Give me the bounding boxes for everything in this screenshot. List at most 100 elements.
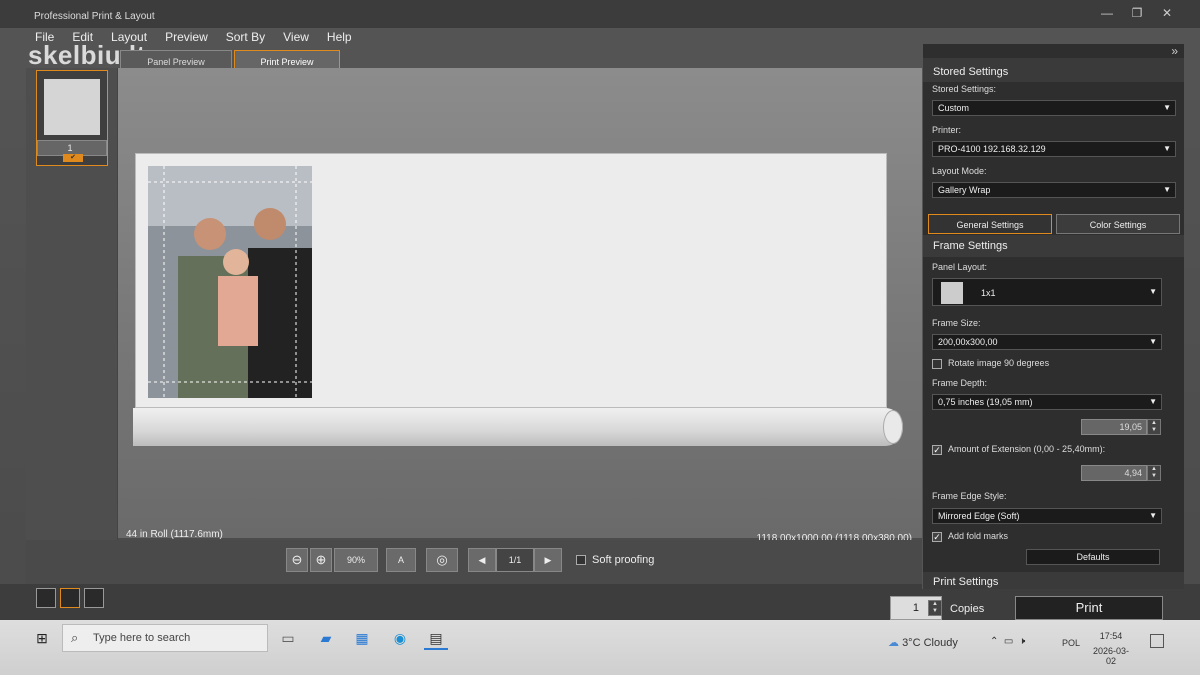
weather-widget[interactable]: ☁ 3°C Cloudy <box>888 636 958 649</box>
restore-button[interactable]: ❐ <box>1126 4 1148 22</box>
edge-style-label: Frame Edge Style: <box>932 491 1007 501</box>
chevron-down-icon: ▼ <box>1149 287 1157 296</box>
soft-proofing-checkbox[interactable] <box>576 555 586 566</box>
view-single-button[interactable] <box>36 588 56 608</box>
view-double-button[interactable] <box>60 588 80 608</box>
print-settings-header[interactable]: Print Settings <box>923 572 1184 589</box>
frame-depth-input[interactable]: 19,05 <box>1081 419 1147 435</box>
zoom-select[interactable]: 90% <box>334 548 378 572</box>
font-icon[interactable]: A <box>386 548 416 572</box>
frame-depth-value: 0,75 inches (19,05 mm) <box>938 397 1033 407</box>
print-button[interactable]: Print <box>1015 596 1163 620</box>
clock-date: 2026-03-02 <box>1092 646 1130 666</box>
tab-panel-preview[interactable]: Panel Preview <box>120 50 232 70</box>
panel-layout-select[interactable]: 1x1 ▼ <box>932 278 1162 306</box>
notifications-icon[interactable] <box>1150 634 1164 648</box>
spiral-icon[interactable]: ◎ <box>426 548 458 572</box>
extension-option[interactable]: ✓ Amount of Extension (0,00 - 25,40mm): <box>932 444 1105 455</box>
clock[interactable]: 17:54 2026-03-02 <box>1088 631 1134 666</box>
close-button[interactable]: ✕ <box>1156 4 1178 22</box>
taskbar-search[interactable]: ⌕ Type here to search <box>62 624 268 652</box>
photo-preview[interactable] <box>148 166 312 398</box>
frame-settings-title: Frame Settings <box>933 240 1008 252</box>
search-icon: ⌕ <box>71 630 79 645</box>
rotate-checkbox[interactable] <box>932 358 942 369</box>
frame-depth-select[interactable]: 0,75 inches (19,05 mm) ▼ <box>932 394 1162 410</box>
extension-input[interactable]: 4,94 <box>1081 465 1147 481</box>
check-icon[interactable]: ✔ <box>63 154 83 162</box>
chevron-down-icon: ▼ <box>1149 511 1157 520</box>
soft-proofing-toggle[interactable]: Soft proofing <box>576 554 654 566</box>
zoom-out-button[interactable]: ⊖ <box>286 548 308 572</box>
start-icon[interactable]: ⊞ <box>30 626 54 650</box>
task-view-icon[interactable]: ▭ <box>276 626 300 650</box>
frame-size-label: Frame Size: <box>932 318 981 328</box>
menu-help[interactable]: Help <box>318 28 361 48</box>
zoom-in-button[interactable]: ⊕ <box>310 548 332 572</box>
panel-layout-value: 1x1 <box>981 288 996 298</box>
defaults-button[interactable]: Defaults <box>1026 549 1160 565</box>
fold-marks-option[interactable]: ✓ Add fold marks <box>932 531 1008 542</box>
chevron-down-icon: ▼ <box>1149 337 1157 346</box>
explorer-icon[interactable]: ▰ <box>314 626 338 650</box>
windows-taskbar: ⊞ ⌕ Type here to search ▭ ▰ ▦ ◉ ▤ ☁ 3°C … <box>0 620 1200 675</box>
frame-settings-header[interactable]: Frame Settings <box>923 235 1184 257</box>
print-preview-canvas: 44 in Roll (1117.6mm) 1118,00x1000,00 (1… <box>118 68 922 544</box>
collapse-panel-icon[interactable]: » <box>1171 44 1178 58</box>
menu-preview[interactable]: Preview <box>156 28 217 48</box>
panel-layout-label: Panel Layout: <box>932 262 988 272</box>
preview-toolbar: ⊖ ⊕ 90% A ◎ ◀ 1/1 ▶ Soft proofing <box>26 540 922 584</box>
page-thumbnail[interactable]: 1 ✔ <box>36 70 108 166</box>
prev-page-button[interactable]: ◀ <box>468 548 496 572</box>
layout-mode-label: Layout Mode: <box>932 166 987 176</box>
tray-icons[interactable]: ⌃ ▭ 🕨 <box>990 636 1025 647</box>
copies-label: Copies <box>950 603 985 615</box>
stored-settings-value: Custom <box>938 103 970 113</box>
edge-icon[interactable]: ◉ <box>388 626 412 650</box>
frame-size-value: 200,00x300,00 <box>938 337 998 347</box>
soft-proofing-label: Soft proofing <box>592 554 655 566</box>
tab-print-preview[interactable]: Print Preview <box>234 50 340 70</box>
layout-mode-select[interactable]: Gallery Wrap ▼ <box>932 182 1176 198</box>
clock-time: 17:54 <box>1099 631 1123 641</box>
title-bar: Professional Print & Layout — ❐ ✕ <box>0 0 1200 28</box>
tab-color-settings[interactable]: Color Settings <box>1056 214 1180 234</box>
extension-label: Amount of Extension (0,00 - 25,40mm): <box>948 444 1106 454</box>
taskbar-search-placeholder: Type here to search <box>93 632 191 644</box>
app-window: Professional Print & Layout — ❐ ✕ File E… <box>0 0 1200 675</box>
rotate-label: Rotate image 90 degrees <box>948 358 1050 368</box>
menu-view[interactable]: View <box>274 28 318 48</box>
chevron-down-icon: ▼ <box>1163 144 1171 153</box>
extension-checkbox[interactable]: ✓ <box>932 444 942 455</box>
view-right-button[interactable] <box>84 588 104 608</box>
next-page-button[interactable]: ▶ <box>534 548 562 572</box>
edge-style-select[interactable]: Mirrored Edge (Soft) ▼ <box>932 508 1162 524</box>
extension-spinner[interactable]: ▲ ▼ <box>1147 465 1161 481</box>
paper-roll <box>133 408 903 446</box>
minimize-button[interactable]: — <box>1096 4 1118 22</box>
language-indicator[interactable]: POL <box>1062 638 1080 648</box>
stored-settings-label: Stored Settings: <box>932 84 997 94</box>
weather-text: 3°C Cloudy <box>902 637 958 649</box>
stored-settings-select[interactable]: Custom ▼ <box>932 100 1176 116</box>
copies-spinner[interactable]: ▲ ▼ <box>928 600 942 616</box>
frame-depth-spinner[interactable]: ▲ ▼ <box>1147 419 1161 435</box>
stored-settings-header[interactable]: Stored Settings <box>923 58 1184 82</box>
chevron-down-icon: ▼ <box>1163 103 1171 112</box>
thumbnail-image <box>44 79 100 135</box>
paper-sheet <box>135 153 887 408</box>
store-icon[interactable]: ▦ <box>350 626 374 650</box>
rotate-option[interactable]: Rotate image 90 degrees <box>932 358 1049 369</box>
menu-sort-by[interactable]: Sort By <box>217 28 274 48</box>
frame-size-select[interactable]: 200,00x300,00 ▼ <box>932 334 1162 350</box>
printer-select[interactable]: PRO-4100 192.168.32.129 ▼ <box>932 141 1176 157</box>
roll-label: 44 in Roll (1117.6mm) <box>126 529 223 540</box>
print-app-icon[interactable]: ▤ <box>424 626 448 650</box>
photo-image <box>148 166 312 398</box>
tab-general-settings[interactable]: General Settings <box>928 214 1052 234</box>
page-indicator: 1/1 <box>496 548 534 572</box>
fold-marks-checkbox[interactable]: ✓ <box>932 531 942 542</box>
settings-panel: » Stored Settings Stored Settings: Custo… <box>922 44 1184 589</box>
bottom-bar: 1 ▲ ▼ Copies Print <box>0 584 1200 620</box>
thumbnail-panel: 1 ✔ <box>26 68 118 588</box>
